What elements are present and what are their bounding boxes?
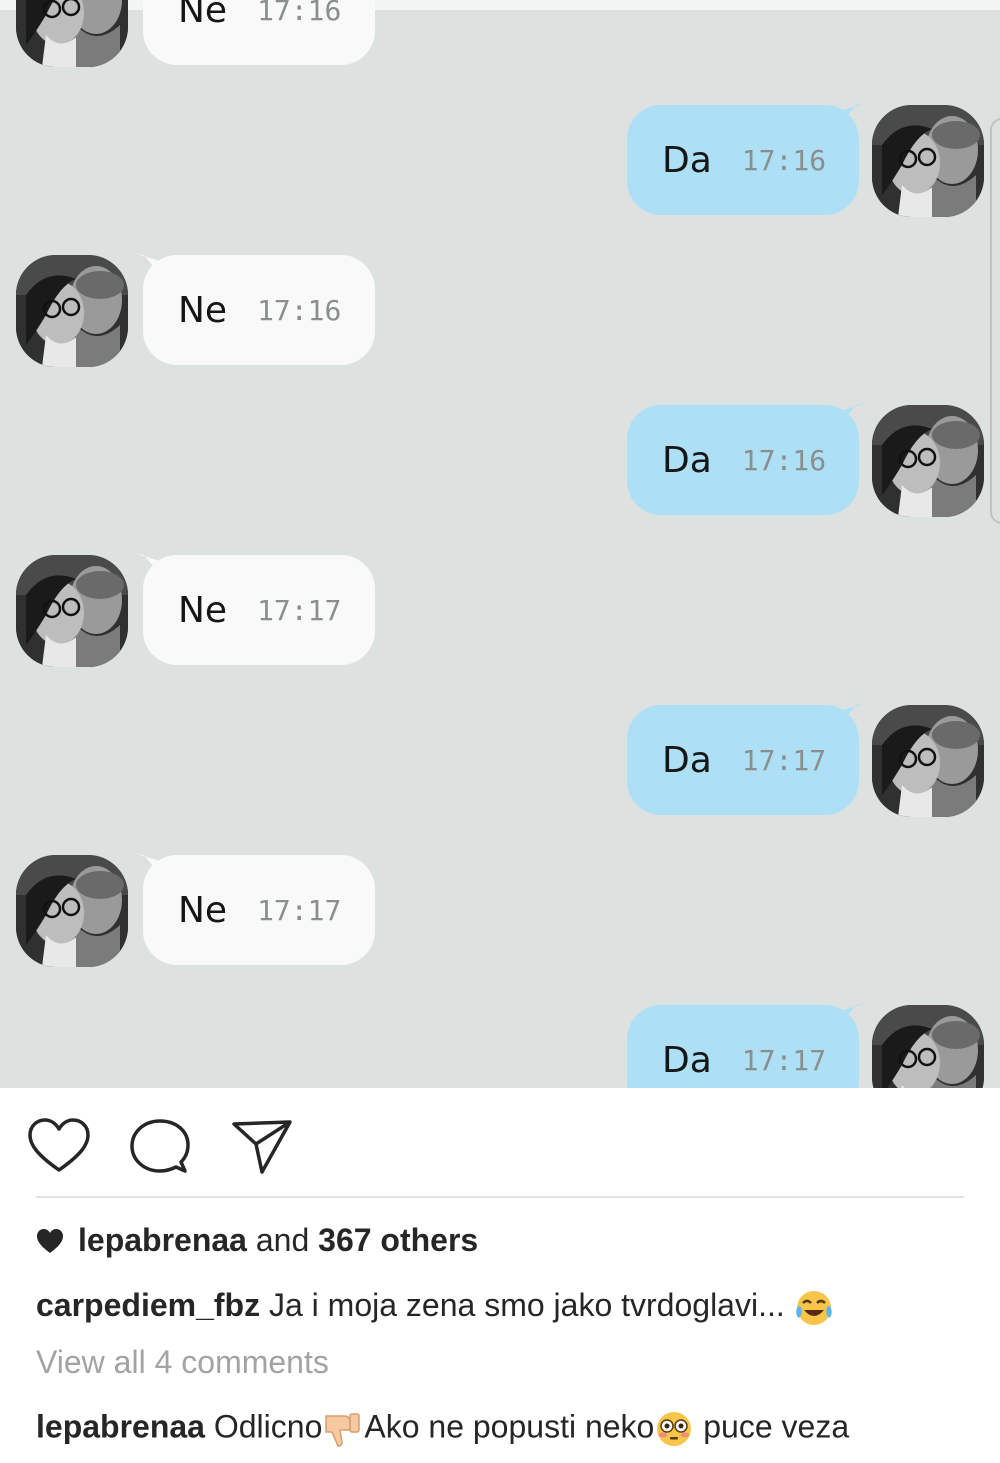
- message-text: Ne: [178, 889, 228, 931]
- likes-count[interactable]: 367 others: [318, 1222, 478, 1259]
- message-time: 17:17: [257, 893, 342, 927]
- message-bubble: Ne 17:16: [143, 0, 375, 65]
- avatar-photo: [872, 405, 984, 517]
- message-time: 17:17: [741, 743, 827, 777]
- caption-text: Ja i moja zena smo jako tvrdoglavi...: [268, 1287, 785, 1323]
- thumbs-down-emoji-icon: [325, 1413, 361, 1447]
- avatar-photo: [872, 705, 984, 817]
- chat-message-incoming: Ne 17:16: [0, 0, 1000, 67]
- message-bubble: Ne 17:17: [143, 555, 375, 665]
- message-time: 17:16: [257, 0, 342, 27]
- chat-message-outgoing: Da 17:17: [0, 703, 1000, 817]
- chat-message-incoming: Ne 17:17: [0, 853, 1000, 967]
- message-time: 17:16: [257, 293, 342, 327]
- chat-message-incoming: Ne 17:16: [0, 253, 1000, 367]
- avatar: [872, 1005, 984, 1088]
- avatar: [872, 105, 984, 217]
- small-heart-icon: [37, 1228, 63, 1253]
- caption-username[interactable]: carpediem_fbz: [36, 1287, 260, 1323]
- avatar-photo: [16, 255, 128, 367]
- message-text: Ne: [178, 289, 228, 331]
- avatar: [872, 705, 984, 817]
- chat-message-incoming: Ne 17:17: [0, 553, 1000, 667]
- message-text: Da: [662, 1039, 712, 1081]
- chat-message-outgoing: Da 17:16: [0, 103, 1000, 217]
- avatar-photo: [16, 0, 128, 67]
- chat-screenshot: Ne 17:16 Da 17:16 Ne 17:16 Da 17:16 Ne 1…: [0, 0, 1000, 1088]
- post-actions: [0, 1088, 1000, 1198]
- message-bubble: Da 17:17: [627, 1005, 859, 1088]
- flushed-face-emoji-icon: [657, 1412, 692, 1446]
- message-text: Da: [662, 439, 712, 481]
- divider: [36, 1196, 964, 1198]
- comment-text-3: puce veza: [703, 1408, 850, 1445]
- message-time: 17:17: [741, 1043, 827, 1077]
- avatar-photo: [16, 855, 128, 967]
- share-icon[interactable]: [228, 1116, 294, 1176]
- tears-of-joy-emoji-icon: [795, 1290, 832, 1325]
- comment-icon[interactable]: [126, 1116, 192, 1176]
- view-all-comments-link[interactable]: View all 4 comments: [36, 1344, 329, 1381]
- heart-icon[interactable]: [26, 1116, 92, 1176]
- liker-username[interactable]: lepabrenaa: [78, 1222, 247, 1259]
- comment-item: lepabrenaa Odlicno Ako ne popusti neko p…: [36, 1408, 849, 1450]
- avatar: [16, 255, 128, 367]
- message-text: Da: [662, 139, 712, 181]
- avatar: [16, 855, 128, 967]
- message-time: 17:16: [741, 143, 827, 177]
- message-time: 17:16: [741, 443, 827, 477]
- avatar: [16, 0, 128, 67]
- likes-line[interactable]: lepabrenaa and 367 others: [36, 1222, 478, 1259]
- likes-connector: and: [255, 1222, 310, 1258]
- avatar: [872, 405, 984, 517]
- message-bubble: Ne 17:16: [143, 255, 375, 365]
- message-text: Da: [662, 739, 712, 781]
- chat-message-outgoing: Da 17:17: [0, 1003, 1000, 1088]
- avatar-photo: [16, 555, 128, 667]
- avatar-photo: [872, 1005, 984, 1088]
- message-text: Ne: [178, 589, 228, 631]
- message-bubble: Da 17:16: [627, 405, 859, 515]
- avatar: [16, 555, 128, 667]
- message-text: Ne: [178, 0, 228, 31]
- comment-text-2: Ako ne popusti neko: [364, 1408, 655, 1445]
- message-time: 17:17: [257, 593, 342, 627]
- post-caption: carpediem_fbz Ja i moja zena smo jako tv…: [36, 1287, 834, 1328]
- avatar-photo: [872, 105, 984, 217]
- message-bubble: Da 17:16: [627, 105, 859, 215]
- message-bubble: Ne 17:17: [143, 855, 375, 965]
- message-bubble: Da 17:17: [627, 705, 859, 815]
- chat-message-outgoing: Da 17:16: [0, 403, 1000, 517]
- comment-username[interactable]: lepabrenaa: [36, 1408, 205, 1444]
- comment-text-1: Odlicno: [213, 1408, 323, 1445]
